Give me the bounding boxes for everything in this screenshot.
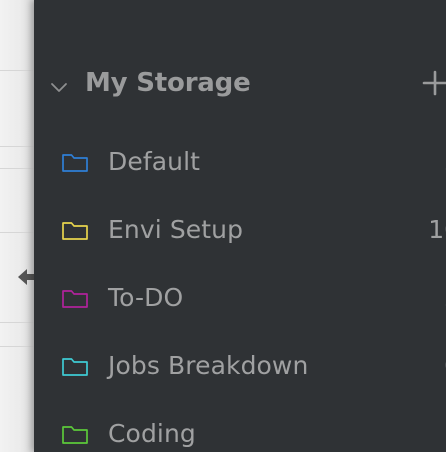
storage-sidebar: My Storage Default 2 Envi Setup 10 To-DO 2 Job… (34, 0, 446, 452)
folder-count: 0 (400, 351, 446, 380)
divider (0, 146, 34, 147)
folder-label: Envi Setup (108, 215, 244, 244)
plus-icon[interactable] (420, 68, 446, 98)
folder-item[interactable]: To-DO 2 (34, 273, 446, 329)
chevron-down-icon[interactable] (48, 76, 70, 98)
divider (0, 168, 34, 169)
folder-icon (61, 286, 89, 310)
folder-count: 10 (428, 215, 446, 244)
folder-count: 7 (400, 419, 446, 448)
folder-label: Coding (108, 419, 196, 448)
section-title: My Storage (85, 68, 251, 98)
folder-icon (61, 150, 89, 174)
folder-label: Jobs Breakdown (108, 351, 309, 380)
folder-icon (61, 354, 89, 378)
section-header-my-storage[interactable]: My Storage (34, 62, 446, 106)
folder-item[interactable]: Default 2 (34, 137, 446, 193)
folder-item[interactable]: Coding 7 (34, 409, 446, 452)
main-content-pane (0, 0, 34, 452)
folder-item[interactable]: Jobs Breakdown 0 (34, 341, 446, 397)
folder-label: To-DO (108, 283, 184, 312)
folder-item[interactable]: Envi Setup 10 (34, 205, 446, 261)
divider (0, 322, 34, 323)
folder-label: Default (108, 147, 201, 176)
folder-icon (61, 422, 89, 446)
divider (0, 70, 34, 71)
folder-count: 2 (400, 147, 446, 176)
arrow-left-icon[interactable] (16, 266, 34, 288)
folder-icon (61, 218, 89, 242)
app-window: My Storage Default 2 Envi Setup 10 To-DO 2 Job… (0, 0, 446, 452)
divider (0, 232, 34, 233)
folder-count: 2 (400, 283, 446, 312)
divider (0, 346, 34, 347)
